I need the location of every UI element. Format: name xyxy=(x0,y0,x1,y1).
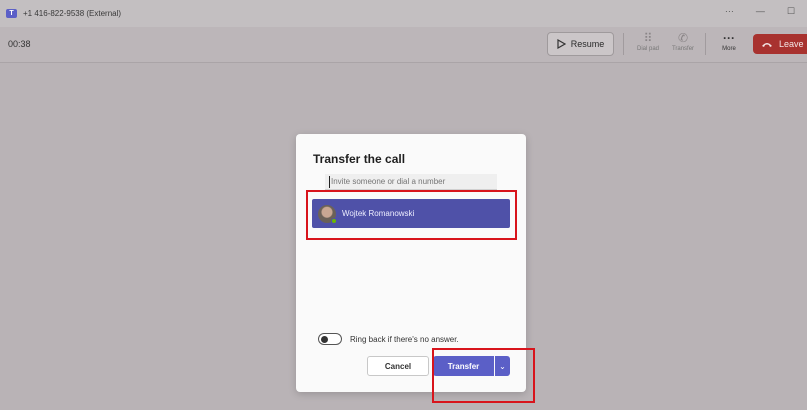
avatar xyxy=(318,204,337,224)
dial-pad-button[interactable]: ⠿ Dial pad xyxy=(631,30,665,60)
ringback-row: Ring back if there's no answer. xyxy=(318,333,459,345)
transfer-dialog: Transfer the call Wojtek Romanowski Ring… xyxy=(296,134,526,392)
call-timer: 00:38 xyxy=(8,39,31,49)
dial-pad-icon: ⠿ xyxy=(643,31,653,45)
contact-suggestion-item[interactable]: Wojtek Romanowski xyxy=(312,199,510,228)
window-controls: ··· — ☐ xyxy=(725,6,795,17)
cancel-button[interactable]: Cancel xyxy=(367,356,429,376)
phone-transfer-icon: ✆ xyxy=(677,31,689,45)
dialog-title: Transfer the call xyxy=(313,152,406,166)
toolbar-divider xyxy=(705,33,706,55)
teams-logo-icon: T xyxy=(6,9,17,18)
transfer-button[interactable]: Transfer xyxy=(433,356,494,376)
dial-pad-label: Dial pad xyxy=(636,46,659,52)
ringback-label: Ring back if there's no answer. xyxy=(350,334,459,344)
more-label: More xyxy=(722,46,736,52)
more-button[interactable]: ··· More xyxy=(712,30,746,60)
text-caret xyxy=(329,176,330,188)
leave-label: Leave xyxy=(779,39,804,49)
presence-available-icon xyxy=(331,217,337,224)
transfer-toolbar-button[interactable]: ✆ Transfer xyxy=(666,30,700,60)
hang-up-icon xyxy=(762,42,772,47)
invite-search-input[interactable] xyxy=(325,174,497,190)
leave-button[interactable]: Leave xyxy=(753,34,807,54)
resume-button[interactable]: Resume xyxy=(547,32,614,56)
title-bar: T +1 416-822-9538 (External) ··· — ☐ xyxy=(0,0,807,27)
play-icon xyxy=(557,39,566,49)
transfer-toolbar-label: Transfer xyxy=(671,46,695,52)
window-title: +1 416-822-9538 (External) xyxy=(23,9,122,18)
transfer-options-button[interactable]: ⌄ xyxy=(495,356,510,376)
ringback-toggle[interactable] xyxy=(318,333,342,345)
window-maximize-icon[interactable]: ☐ xyxy=(787,6,795,17)
chevron-down-icon: ⌄ xyxy=(499,361,506,371)
toggle-knob xyxy=(321,336,328,343)
window-more-icon[interactable]: ··· xyxy=(725,6,734,17)
more-icon: ··· xyxy=(723,31,735,45)
call-toolbar: 00:38 Resume ⠿ Dial pad ✆ Transfer ··· M… xyxy=(0,27,807,63)
window-minimize-icon[interactable]: — xyxy=(756,6,765,17)
contact-name: Wojtek Romanowski xyxy=(342,209,415,218)
toolbar-divider xyxy=(623,33,624,55)
resume-label: Resume xyxy=(570,39,605,49)
